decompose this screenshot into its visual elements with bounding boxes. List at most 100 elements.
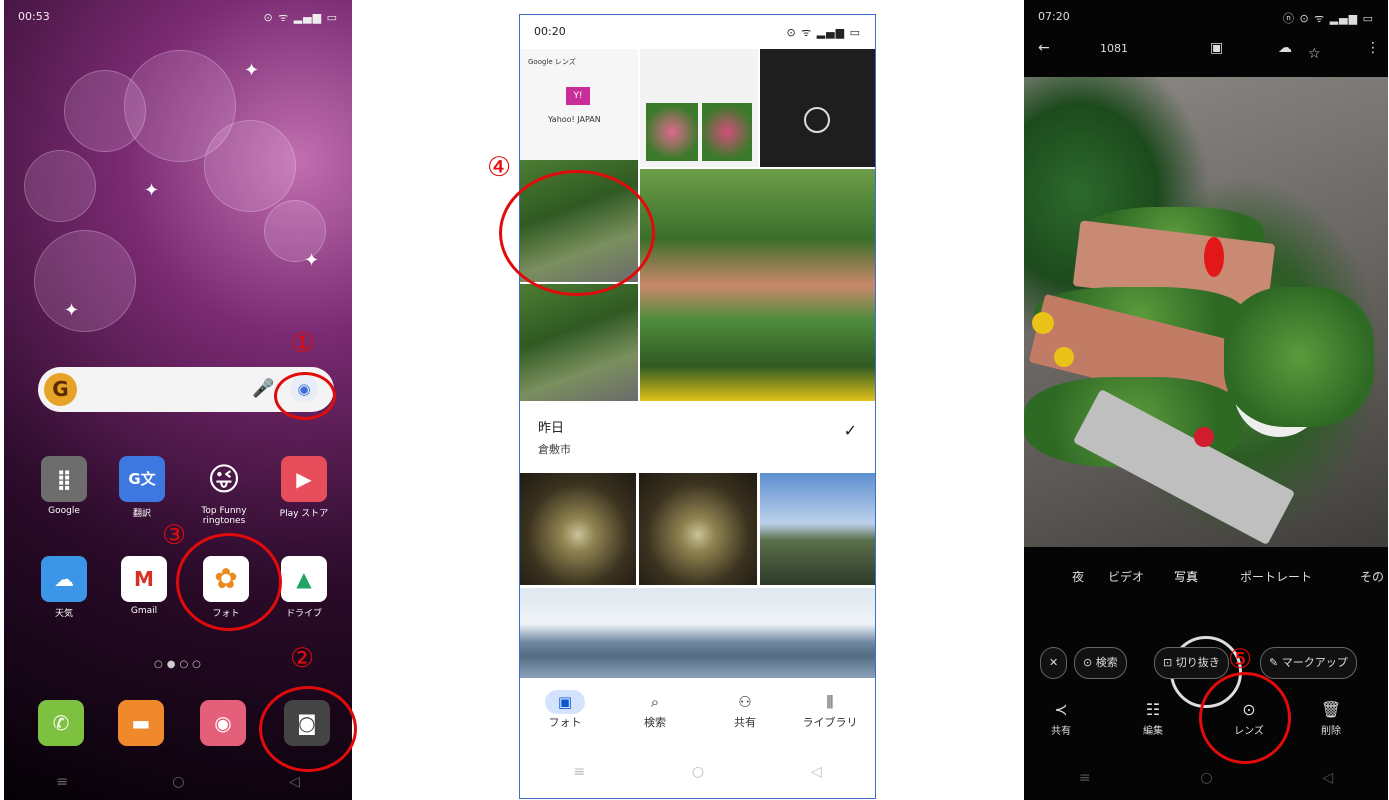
nav-sharing-tab[interactable]: ⚇ 共有 xyxy=(705,690,785,730)
photo-thumbnail[interactable]: Google レンズ Y! Yahoo! JAPAN xyxy=(520,49,638,167)
nav-photos-tab[interactable]: ▣ フォト xyxy=(525,690,605,730)
sparkle-icon: ✦ xyxy=(244,60,260,81)
dock-messages-icon[interactable]: ▬ xyxy=(118,700,164,746)
page-indicator: ○●○○ xyxy=(154,659,205,670)
mode-more[interactable]: その xyxy=(1360,568,1384,585)
photo-count: 1081 xyxy=(1100,42,1128,55)
status-time: 00:53 xyxy=(18,10,50,23)
highlight-circle xyxy=(176,533,282,631)
play-icon: ▶ xyxy=(281,456,327,502)
delete-button[interactable]: 🗑 削除 xyxy=(1306,700,1356,737)
dock-phone-icon[interactable]: ✆ xyxy=(38,700,84,746)
app-google-drive[interactable]: ▲ ドライブ xyxy=(274,556,334,619)
highlight-circle xyxy=(259,686,357,772)
action-label: 編集 xyxy=(1143,726,1163,737)
mode-night[interactable]: 夜 xyxy=(1072,568,1084,585)
dock-browser-icon[interactable]: ◉ xyxy=(200,700,246,746)
cloud-icon[interactable]: ☁ xyxy=(1278,40,1292,56)
step-marker-4: ④ xyxy=(487,152,512,183)
emoji-face-icon: 😜 xyxy=(207,460,241,498)
cast-icon[interactable]: ▣ xyxy=(1210,40,1223,56)
photos-tab-icon: ▣ xyxy=(545,690,585,714)
nav-label: ライブラリ xyxy=(802,716,858,729)
red-flower xyxy=(1204,237,1224,277)
people-icon: ⚇ xyxy=(738,693,752,711)
app-label: Gmail xyxy=(130,606,158,616)
app-google-folder[interactable]: ⣿ Google xyxy=(34,456,94,516)
gmail-icon: M xyxy=(121,556,167,602)
more-menu-icon[interactable]: ⋮ xyxy=(1366,40,1380,56)
cloud-icon: ☁ xyxy=(41,556,87,602)
location-label: 倉敷市 xyxy=(538,443,571,456)
app-weather[interactable]: ☁ 天気 xyxy=(34,556,94,619)
photo-thumbnail[interactable] xyxy=(640,49,758,167)
back-arrow-icon[interactable]: ← xyxy=(1038,40,1050,56)
app-label: Top Funny ringtones xyxy=(201,506,247,526)
bottom-navigation: ▣ フォト ⌕ 検索 ⚇ 共有 ⫼ ライブラリ xyxy=(520,678,875,748)
app-top-funny-ringtones[interactable]: 😜 Top Funny ringtones xyxy=(194,456,254,526)
menu-nav-icon[interactable]: ≡ xyxy=(573,764,585,780)
menu-nav-icon[interactable]: ≡ xyxy=(56,774,68,790)
mode-video[interactable]: ビデオ xyxy=(1108,568,1144,585)
edit-button[interactable]: ☷ 編集 xyxy=(1128,700,1178,737)
close-chip[interactable]: ✕ xyxy=(1040,647,1068,679)
nav-label: フォト xyxy=(548,716,582,729)
mode-portrait[interactable]: ポートレート xyxy=(1240,568,1312,585)
yahoo-logo-icon: Y! xyxy=(566,87,590,105)
photo-thumbnail[interactable] xyxy=(760,49,875,167)
status-icons: ⊙ ᯤ ▂▄▆ ▭ xyxy=(786,26,861,39)
photo-thumbnail[interactable] xyxy=(520,284,638,401)
app-gmail[interactable]: M Gmail xyxy=(114,556,174,616)
library-icon: ⫼ xyxy=(826,693,834,711)
mode-photo[interactable]: 写真 xyxy=(1174,568,1198,585)
back-nav-icon[interactable]: ◁ xyxy=(1322,770,1333,786)
system-nav-bar: ≡ ○ ◁ xyxy=(520,754,875,790)
date-section-header: 昨日 倉敷市 ✓ xyxy=(520,401,875,471)
status-icons: ⓝ ⊙ ᯤ ▂▄▆ ▭ xyxy=(1282,12,1374,25)
crop-chip[interactable]: ⊡ 切り抜き xyxy=(1154,647,1229,679)
markup-chip[interactable]: ✎ マークアップ xyxy=(1260,647,1357,679)
wallpaper-bokeh xyxy=(24,150,96,222)
share-button[interactable]: ≺ 共有 xyxy=(1036,700,1086,737)
flower-thumb xyxy=(646,103,698,161)
back-nav-icon[interactable]: ◁ xyxy=(811,764,822,780)
app-label: ドライブ xyxy=(285,609,322,619)
photo-thumbnail[interactable] xyxy=(520,588,875,678)
photo-thumbnail[interactable] xyxy=(639,473,757,585)
highlight-circle xyxy=(499,170,655,296)
step-marker-3: ③ xyxy=(162,520,187,551)
google-photos-phone: 00:20 ⊙ ᯤ ▂▄▆ ▭ Google レンズ Y! Yahoo! JAP… xyxy=(519,14,876,799)
nav-search-tab[interactable]: ⌕ 検索 xyxy=(615,690,695,730)
app-play-store[interactable]: ▶ Play ストア xyxy=(274,456,334,519)
menu-nav-icon[interactable]: ≡ xyxy=(1079,770,1091,786)
status-bar: 00:53 ⊙ ᯤ ▂▄▆ ▭ xyxy=(4,0,352,34)
photo-viewer-phone: 07:20 ⓝ ⊙ ᯤ ▂▄▆ ▭ ← 1081 ▣ ☁ ☆ ⋮ 夜 ビデオ 写… xyxy=(1024,0,1388,800)
status-bar: 07:20 ⓝ ⊙ ᯤ ▂▄▆ ▭ xyxy=(1024,0,1388,34)
photo-thumbnail[interactable] xyxy=(520,473,636,585)
home-nav-icon[interactable]: ○ xyxy=(692,764,704,780)
viewed-photo[interactable] xyxy=(1024,77,1388,547)
nav-library-tab[interactable]: ⫼ ライブラリ xyxy=(790,690,870,730)
home-nav-icon[interactable]: ○ xyxy=(172,774,184,790)
photo-thumbnail[interactable] xyxy=(640,169,875,401)
thumbnail-text: Yahoo! JAPAN xyxy=(548,115,601,124)
step-marker-5: ⑤ xyxy=(1228,644,1253,675)
mic-icon[interactable]: 🎤 xyxy=(252,378,274,399)
folder-icon: ⣿ xyxy=(41,456,87,502)
back-nav-icon[interactable]: ◁ xyxy=(289,774,300,790)
app-label: Play ストア xyxy=(279,509,329,519)
select-check-icon[interactable]: ✓ xyxy=(844,421,857,440)
red-flower xyxy=(1194,427,1214,447)
star-icon[interactable]: ☆ xyxy=(1308,46,1321,62)
photo-thumbnail[interactable] xyxy=(760,473,875,585)
trash-icon: 🗑 xyxy=(1320,700,1342,719)
search-chip[interactable]: ⊙ 検索 xyxy=(1074,647,1127,679)
sparkle-icon: ✦ xyxy=(144,180,160,201)
nav-label: 検索 xyxy=(644,716,666,729)
edit-sliders-icon: ☷ xyxy=(1145,700,1161,719)
app-translate[interactable]: G文 翻訳 xyxy=(112,456,172,519)
home-nav-icon[interactable]: ○ xyxy=(1200,770,1212,786)
step-marker-1: ① xyxy=(291,328,316,359)
action-label: 削除 xyxy=(1321,726,1341,737)
flower-thumb xyxy=(702,103,752,161)
